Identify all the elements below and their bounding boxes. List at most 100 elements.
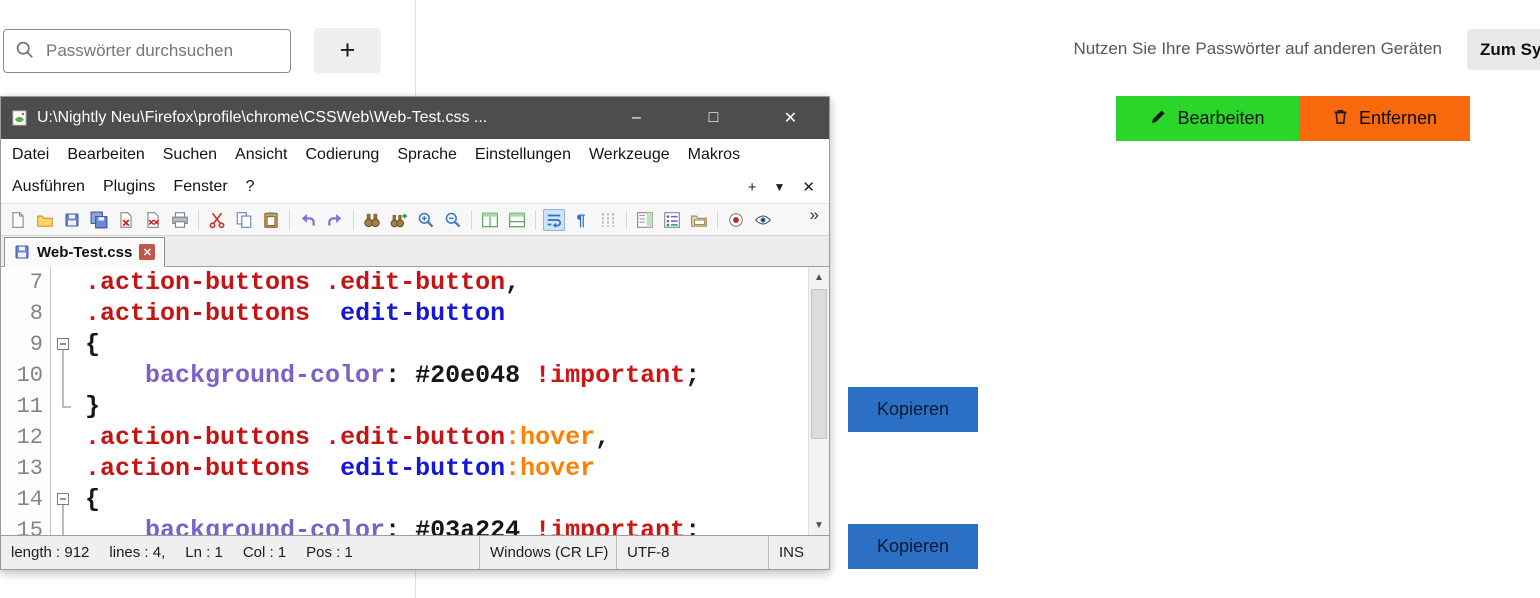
line-number: 10 bbox=[1, 360, 51, 391]
menu-item-einstellungen[interactable]: Einstellungen bbox=[466, 146, 580, 164]
menu-item-ausfhren[interactable]: Ausführen bbox=[3, 178, 94, 196]
status-insert-mode[interactable]: INS bbox=[768, 536, 829, 569]
fold-line-icon bbox=[51, 515, 75, 535]
title-bar[interactable]: U:\Nightly Neu\Firefox\profile\chrome\CS… bbox=[1, 97, 829, 139]
code-line[interactable]: 15 background-color: #03a224 !important; bbox=[1, 515, 829, 535]
sync-button[interactable]: Zum Sy bbox=[1467, 29, 1540, 70]
line-number: 13 bbox=[1, 453, 51, 484]
menu-row-2-wrap: AusführenPluginsFenster? + ▼ ✕ bbox=[1, 171, 829, 203]
copy-username-button[interactable]: Kopieren bbox=[848, 387, 978, 432]
function-list-icon[interactable] bbox=[661, 209, 683, 231]
sync-vertical-icon[interactable] bbox=[479, 209, 501, 231]
code-text: { bbox=[75, 329, 100, 360]
line-number: 14 bbox=[1, 484, 51, 515]
menu-item-sprache[interactable]: Sprache bbox=[388, 146, 466, 164]
code-text: { bbox=[75, 484, 100, 515]
editor-scrollbar[interactable]: ▲ ▼ bbox=[808, 267, 829, 535]
menu-item-datei[interactable]: Datei bbox=[3, 146, 58, 164]
notepadpp-window: U:\Nightly Neu\Firefox\profile\chrome\CS… bbox=[0, 96, 830, 570]
show-all-characters-icon[interactable]: ¶ bbox=[570, 209, 592, 231]
toolbar-separator bbox=[198, 210, 199, 230]
close-tab-icon[interactable]: ✕ bbox=[802, 178, 815, 196]
code-line[interactable]: 10 background-color: #20e048 !important; bbox=[1, 360, 829, 391]
copy-password-button[interactable]: Kopieren bbox=[848, 524, 978, 569]
save-icon[interactable] bbox=[61, 209, 83, 231]
minimize-icon[interactable]: – bbox=[598, 97, 675, 139]
toolbar-separator bbox=[289, 210, 290, 230]
code-text: .action-buttons .edit-button, bbox=[75, 267, 520, 298]
search-input[interactable] bbox=[3, 29, 291, 73]
tab-close-icon[interactable]: ✕ bbox=[139, 244, 155, 260]
toolbar: ¶ » bbox=[1, 203, 829, 236]
scroll-down-icon[interactable]: ▼ bbox=[809, 515, 829, 535]
menu-row-1: DateiBearbeitenSuchenAnsichtCodierungSpr… bbox=[1, 139, 829, 171]
remove-button[interactable]: Entfernen bbox=[1299, 96, 1470, 141]
sync-horizontal-icon[interactable] bbox=[506, 209, 528, 231]
toolbar-separator bbox=[353, 210, 354, 230]
menu-item-plugins[interactable]: Plugins bbox=[94, 178, 164, 196]
open-file-icon[interactable] bbox=[34, 209, 56, 231]
redo-icon[interactable] bbox=[324, 209, 346, 231]
add-login-button[interactable]: + bbox=[314, 28, 381, 73]
close-icon[interactable]: ✕ bbox=[752, 97, 829, 139]
code-line[interactable]: 7 .action-buttons .edit-button, bbox=[1, 267, 829, 298]
menu-item-codierung[interactable]: Codierung bbox=[296, 146, 388, 164]
tab-web-test-css[interactable]: Web-Test.css ✕ bbox=[4, 237, 165, 267]
menu-item-makros[interactable]: Makros bbox=[679, 146, 749, 164]
menu-item-fenster[interactable]: Fenster bbox=[164, 178, 236, 196]
close-all-icon[interactable] bbox=[142, 209, 164, 231]
find-icon[interactable] bbox=[361, 209, 383, 231]
remove-button-label: Entfernen bbox=[1359, 108, 1437, 129]
menu-item-bearbeiten[interactable]: Bearbeiten bbox=[58, 146, 153, 164]
menu-item-werkzeuge[interactable]: Werkzeuge bbox=[580, 146, 679, 164]
code-line[interactable]: 14 { bbox=[1, 484, 829, 515]
toolbar-separator bbox=[717, 210, 718, 230]
status-col: Col : 1 bbox=[243, 544, 286, 561]
menu-item-suchen[interactable]: Suchen bbox=[154, 146, 226, 164]
code-line[interactable]: 11} bbox=[1, 391, 829, 422]
scroll-up-icon[interactable]: ▲ bbox=[809, 267, 829, 287]
macro-record-icon[interactable] bbox=[725, 209, 747, 231]
code-line[interactable]: 13 .action-buttons edit-button:hover bbox=[1, 453, 829, 484]
fold-box-icon[interactable] bbox=[51, 484, 75, 515]
tab-list-dropdown-icon[interactable]: ▼ bbox=[774, 180, 786, 194]
code-line[interactable]: 8.action-buttons edit-button bbox=[1, 298, 829, 329]
zoom-in-icon[interactable] bbox=[415, 209, 437, 231]
paste-icon[interactable] bbox=[260, 209, 282, 231]
fold-margin bbox=[51, 298, 75, 329]
toolbar-overflow-icon[interactable]: » bbox=[810, 204, 823, 226]
saved-file-icon bbox=[14, 244, 30, 260]
print-icon[interactable] bbox=[169, 209, 191, 231]
replace-icon[interactable] bbox=[388, 209, 410, 231]
status-pos: Pos : 1 bbox=[306, 544, 353, 561]
zoom-out-icon[interactable] bbox=[442, 209, 464, 231]
undo-icon[interactable] bbox=[297, 209, 319, 231]
status-bar: length : 912 lines : 4, Ln : 1 Col : 1 P… bbox=[1, 535, 829, 569]
menu-item-ansicht[interactable]: Ansicht bbox=[226, 146, 296, 164]
copy-icon[interactable] bbox=[233, 209, 255, 231]
line-number: 7 bbox=[1, 267, 51, 298]
cut-icon[interactable] bbox=[206, 209, 228, 231]
folder-workspace-icon[interactable] bbox=[688, 209, 710, 231]
word-wrap-icon[interactable] bbox=[543, 209, 565, 231]
fold-box-icon[interactable] bbox=[51, 329, 75, 360]
editor[interactable]: 7 .action-buttons .edit-button,8.action-b… bbox=[1, 267, 829, 535]
code-text: .action-buttons edit-button:hover bbox=[75, 453, 595, 484]
status-doc-info: length : 912 lines : 4, Ln : 1 Col : 1 P… bbox=[1, 536, 479, 569]
svg-text:¶: ¶ bbox=[577, 212, 586, 228]
maximize-icon[interactable]: □ bbox=[675, 97, 752, 139]
monitoring-icon[interactable] bbox=[752, 209, 774, 231]
code-text: .action-buttons .edit-button:hover, bbox=[75, 422, 610, 453]
indent-guide-icon[interactable] bbox=[597, 209, 619, 231]
code-line[interactable]: 12.action-buttons .edit-button:hover, bbox=[1, 422, 829, 453]
code-line[interactable]: 9{ bbox=[1, 329, 829, 360]
new-tab-icon[interactable]: + bbox=[748, 179, 757, 196]
scrollbar-thumb[interactable] bbox=[811, 289, 827, 439]
close-file-icon[interactable] bbox=[115, 209, 137, 231]
save-all-icon[interactable] bbox=[88, 209, 110, 231]
new-file-icon[interactable] bbox=[7, 209, 29, 231]
doc-map-icon[interactable] bbox=[634, 209, 656, 231]
trash-icon bbox=[1332, 108, 1349, 130]
menu-item-?[interactable]: ? bbox=[237, 178, 264, 196]
edit-button[interactable]: Bearbeiten bbox=[1116, 96, 1299, 141]
